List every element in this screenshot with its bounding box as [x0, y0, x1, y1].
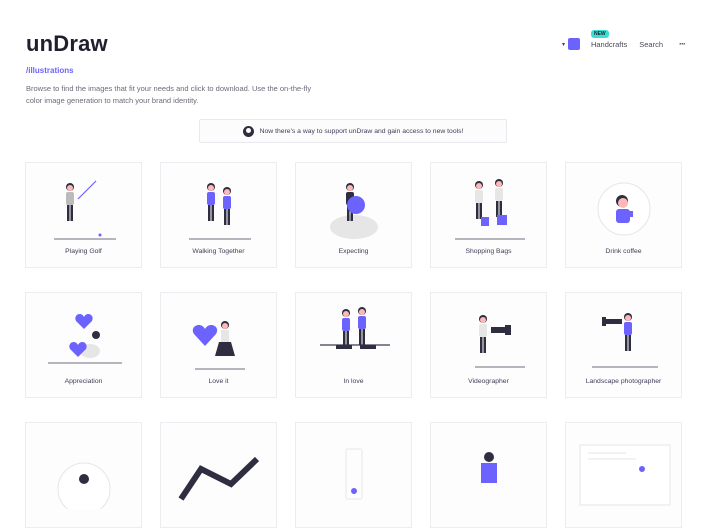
logo[interactable]: unDraw: [26, 31, 108, 57]
nav-handcrafts-label: Handcrafts: [590, 39, 628, 49]
illustration-image: [475, 315, 525, 368]
illustration-card[interactable]: Playing Golf: [25, 162, 142, 268]
illustration-title: In love: [343, 378, 364, 385]
illustration-image: [320, 307, 390, 349]
illustration-title: Shopping Bags: [465, 248, 512, 255]
support-banner[interactable]: Now there's a way to support unDraw and …: [199, 119, 507, 143]
illustration-image: [189, 183, 251, 240]
illustration-image: [345, 448, 363, 500]
illustration-card[interactable]: In love: [295, 292, 412, 398]
illustration-card[interactable]: [430, 422, 547, 528]
illustration-card[interactable]: [160, 422, 277, 528]
illustration-card[interactable]: [25, 422, 142, 528]
illustration-card[interactable]: Expecting: [295, 162, 412, 268]
illustration-title: Videographer: [468, 378, 509, 385]
illustration-title: Playing Golf: [65, 248, 102, 255]
color-picker-caret-icon[interactable]: ▾: [562, 41, 565, 48]
top-nav: ▾ NEW Handcrafts Search ···: [562, 29, 686, 50]
illustration-card[interactable]: Walking Together: [160, 162, 277, 268]
page-description: Browse to find the images that fit your …: [26, 84, 312, 105]
color-swatch[interactable]: [567, 38, 580, 50]
illustration-image: [481, 452, 497, 483]
illustration-title: Landscape photographer: [585, 378, 662, 385]
new-badge: NEW: [590, 29, 609, 38]
more-menu-icon[interactable]: ···: [679, 39, 686, 49]
illustration-title: Walking Together: [192, 248, 245, 255]
illustration-title: Drink coffee: [605, 248, 642, 255]
section-link[interactable]: /illustrations: [26, 66, 74, 75]
illustration-card[interactable]: Landscape photographer: [565, 292, 682, 398]
illustration-image: [48, 314, 122, 364]
illustration-title: Appreciation: [64, 378, 103, 385]
nav-handcrafts[interactable]: NEW Handcrafts: [590, 29, 628, 49]
illustration-card[interactable]: [295, 422, 412, 528]
illustration-card[interactable]: Drink coffee: [565, 162, 682, 268]
illustration-image: [54, 180, 116, 240]
illustration-title: Love it: [208, 378, 229, 385]
illustration-card[interactable]: Love it: [160, 292, 277, 398]
avatar-icon: [242, 125, 254, 137]
illustration-card[interactable]: Appreciation: [25, 292, 142, 398]
illustration-title: Expecting: [338, 248, 369, 255]
illustration-image: [597, 182, 651, 236]
nav-search[interactable]: Search: [639, 40, 663, 49]
support-banner-text: Now there's a way to support unDraw and …: [259, 127, 464, 135]
illustration-image: [192, 321, 245, 370]
illustration-card[interactable]: Videographer: [430, 292, 547, 398]
illustration-image: [455, 179, 525, 240]
illustration-image: [57, 462, 111, 509]
illustration-image: [330, 183, 378, 239]
illustration-card[interactable]: Shopping Bags: [430, 162, 547, 268]
illustration-image: [592, 313, 658, 368]
illustration-image: [579, 444, 671, 506]
illustration-image: [178, 456, 260, 501]
illustration-card[interactable]: [565, 422, 682, 528]
